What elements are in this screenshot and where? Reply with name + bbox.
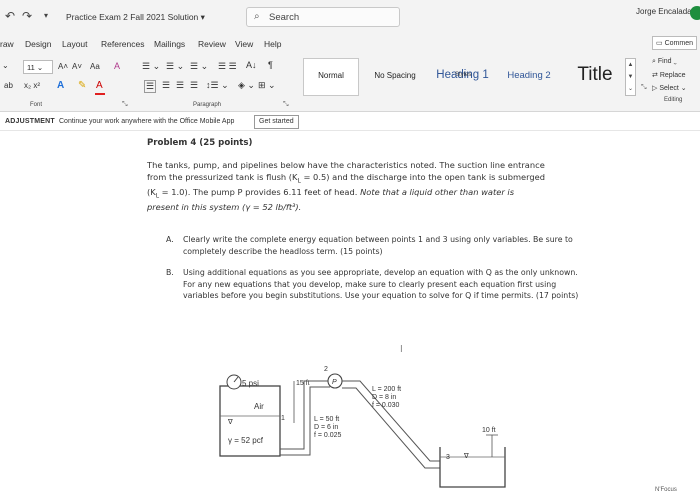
style-normal[interactable]: Normal (303, 58, 359, 96)
font-color-button[interactable]: A (96, 80, 103, 91)
multilevel-list-icon[interactable]: ☰ ⌄ (190, 61, 208, 72)
quick-access-chevron-icon[interactable]: ▾ (44, 11, 48, 20)
style-title[interactable]: Title (566, 58, 624, 96)
replace-button[interactable]: ⇄ Replace (652, 71, 686, 79)
align-left-icon[interactable]: ☰ (144, 80, 157, 93)
user-name[interactable]: Jorge Encalada (636, 7, 692, 16)
notification-message: Continue your work anywhere with the Off… (59, 118, 235, 125)
notification-label: ADJUSTMENT (5, 118, 55, 125)
surface-marker-1: ∇ (227, 418, 233, 426)
paragraph-group-label: Paragraph (193, 102, 222, 108)
height-10-label: 10 ft (482, 427, 496, 434)
point-3-label: 3 (446, 454, 450, 461)
clear-format-button[interactable]: A (114, 61, 120, 71)
undo-icon[interactable]: ↶ (5, 9, 15, 23)
subscript-superscript-buttons[interactable]: x₂ x² (24, 81, 40, 90)
title-bar: ↶ ↷ ▾ Practice Exam 2 Fall 2021 Solution… (0, 0, 700, 34)
document-page[interactable]: Problem 4 (25 points) The tanks, pump, a… (0, 131, 700, 496)
get-started-button[interactable]: Get started (254, 115, 299, 129)
shading-icon[interactable]: ◈ ⌄ (238, 80, 255, 91)
pipe1-friction: f = 0.025 (314, 432, 342, 439)
font-name-dropdown[interactable]: ⌄ (2, 61, 9, 70)
document-title[interactable]: Practice Exam 2 Fall 2021 Solution ▾ (66, 12, 205, 23)
numbering-icon[interactable]: ☰ ⌄ (166, 61, 184, 72)
pipe1-diameter: D = 6 in (314, 424, 338, 431)
search-placeholder: Search (269, 12, 300, 23)
styles-dialog-launcher-icon[interactable]: ⤡ (641, 84, 647, 92)
font-color-swatch (95, 93, 105, 95)
replace-icon: ⇄ (652, 72, 658, 79)
comments-button[interactable]: ▭ Commen (652, 36, 697, 50)
highlight-button[interactable]: ✎ (78, 80, 86, 91)
ribbon: ⌄ 11 ⌄ A˄ A˅ Aa A ab x₂ x² A ✎ A ☰ ⌄ ☰ ⌄… (0, 54, 700, 112)
search-input[interactable]: ⌕ Search (246, 7, 400, 27)
chevron-up-icon[interactable]: ▲ (626, 59, 635, 71)
open-tank (439, 447, 506, 488)
air-label: Air (254, 402, 264, 411)
specific-weight-label: γ = 52 pcf (228, 436, 264, 445)
shrink-font-button[interactable]: A˅ (72, 62, 82, 71)
pump-label: P (332, 379, 337, 386)
surface-marker-3: ∇ (463, 452, 469, 460)
tab-view[interactable]: View (235, 39, 253, 49)
strikethrough-button[interactable]: ab (4, 81, 13, 90)
grow-font-button[interactable]: A˄ (58, 62, 68, 71)
pipe1-length: L = 50 ft (314, 416, 339, 423)
tab-help[interactable]: Help (264, 39, 281, 49)
tab-layout[interactable]: Layout (62, 39, 88, 49)
align-right-icon[interactable]: ☰ (176, 80, 184, 91)
tab-references[interactable]: References (101, 39, 144, 49)
ribbon-tabs: raw Design Layout References Mailings Re… (0, 34, 700, 54)
point-2-label: 2 (324, 366, 328, 373)
font-size-dropdown[interactable]: 11 ⌄ (23, 60, 53, 74)
tab-design[interactable]: Design (25, 39, 51, 49)
point-1-label: 1 (281, 415, 285, 422)
find-icon: ⌕ (652, 58, 656, 65)
comment-icon: ▭ (656, 40, 663, 47)
editing-group-label: Editing (664, 97, 683, 103)
align-center-icon[interactable]: ☰ (162, 80, 170, 91)
font-dialog-launcher-icon[interactable]: ⤡ (122, 101, 128, 109)
pipe2-friction: f = 0.030 (372, 402, 400, 409)
chevron-down-icon[interactable]: ▼ (626, 71, 635, 83)
avatar[interactable] (690, 6, 700, 20)
styles-gallery-scroll[interactable]: ▲ ▼ ⌄ (625, 58, 636, 96)
change-case-button[interactable]: Aa (90, 62, 100, 71)
select-icon: ▷ (652, 85, 658, 92)
select-button[interactable]: ▷ Select ⌄ (652, 84, 687, 92)
notification-bar: ADJUSTMENT Continue your work anywhere w… (0, 113, 700, 131)
text-cursor: I (400, 344, 403, 355)
pipe2-diameter: D = 8 in (372, 394, 396, 401)
text-effects-button[interactable]: A (57, 80, 64, 91)
tab-review[interactable]: Review (198, 39, 226, 49)
pressure-label: 5 psi (242, 379, 259, 388)
focus-mode-button[interactable]: N'Focus (655, 487, 677, 493)
tab-mailings[interactable]: Mailings (154, 39, 185, 49)
style-heading-2[interactable]: Heading 2 (500, 58, 558, 96)
find-button[interactable]: ⌕ Find ⌄ (652, 58, 677, 66)
borders-icon[interactable]: ⊞ ⌄ (258, 80, 276, 91)
discharge-pipe-upper (342, 380, 445, 462)
more-styles-icon[interactable]: ⌄ (626, 83, 635, 95)
justify-icon[interactable]: ☰ (190, 80, 198, 91)
styles-group-label: Styles (455, 72, 472, 78)
pipe-system-diagram: 5 psi Air 1 ∇ γ = 52 pcf 15 ft L = 50 ft… (219, 366, 506, 488)
font-group-label: Font (30, 102, 43, 108)
pipe2-length: L = 200 ft (372, 386, 401, 393)
tab-draw[interactable]: raw (0, 39, 14, 49)
indent-icons[interactable]: ☰ ☰ (218, 61, 237, 72)
pilcrow-button[interactable]: ¶ (268, 60, 273, 70)
line-spacing-icon[interactable]: ↕☰ ⌄ (206, 80, 229, 91)
problem-title: Problem 4 (25 points) (147, 138, 253, 148)
bullets-icon[interactable]: ☰ ⌄ (142, 61, 160, 72)
search-icon: ⌕ (254, 11, 260, 22)
style-no-spacing[interactable]: No Spacing (365, 58, 425, 96)
redo-icon[interactable]: ↷ (22, 9, 32, 23)
sort-button[interactable]: A↓ (246, 60, 257, 70)
problem-intro: The tanks, pump, and pipelines below hav… (147, 160, 546, 213)
paragraph-dialog-launcher-icon[interactable]: ⤡ (283, 101, 289, 109)
